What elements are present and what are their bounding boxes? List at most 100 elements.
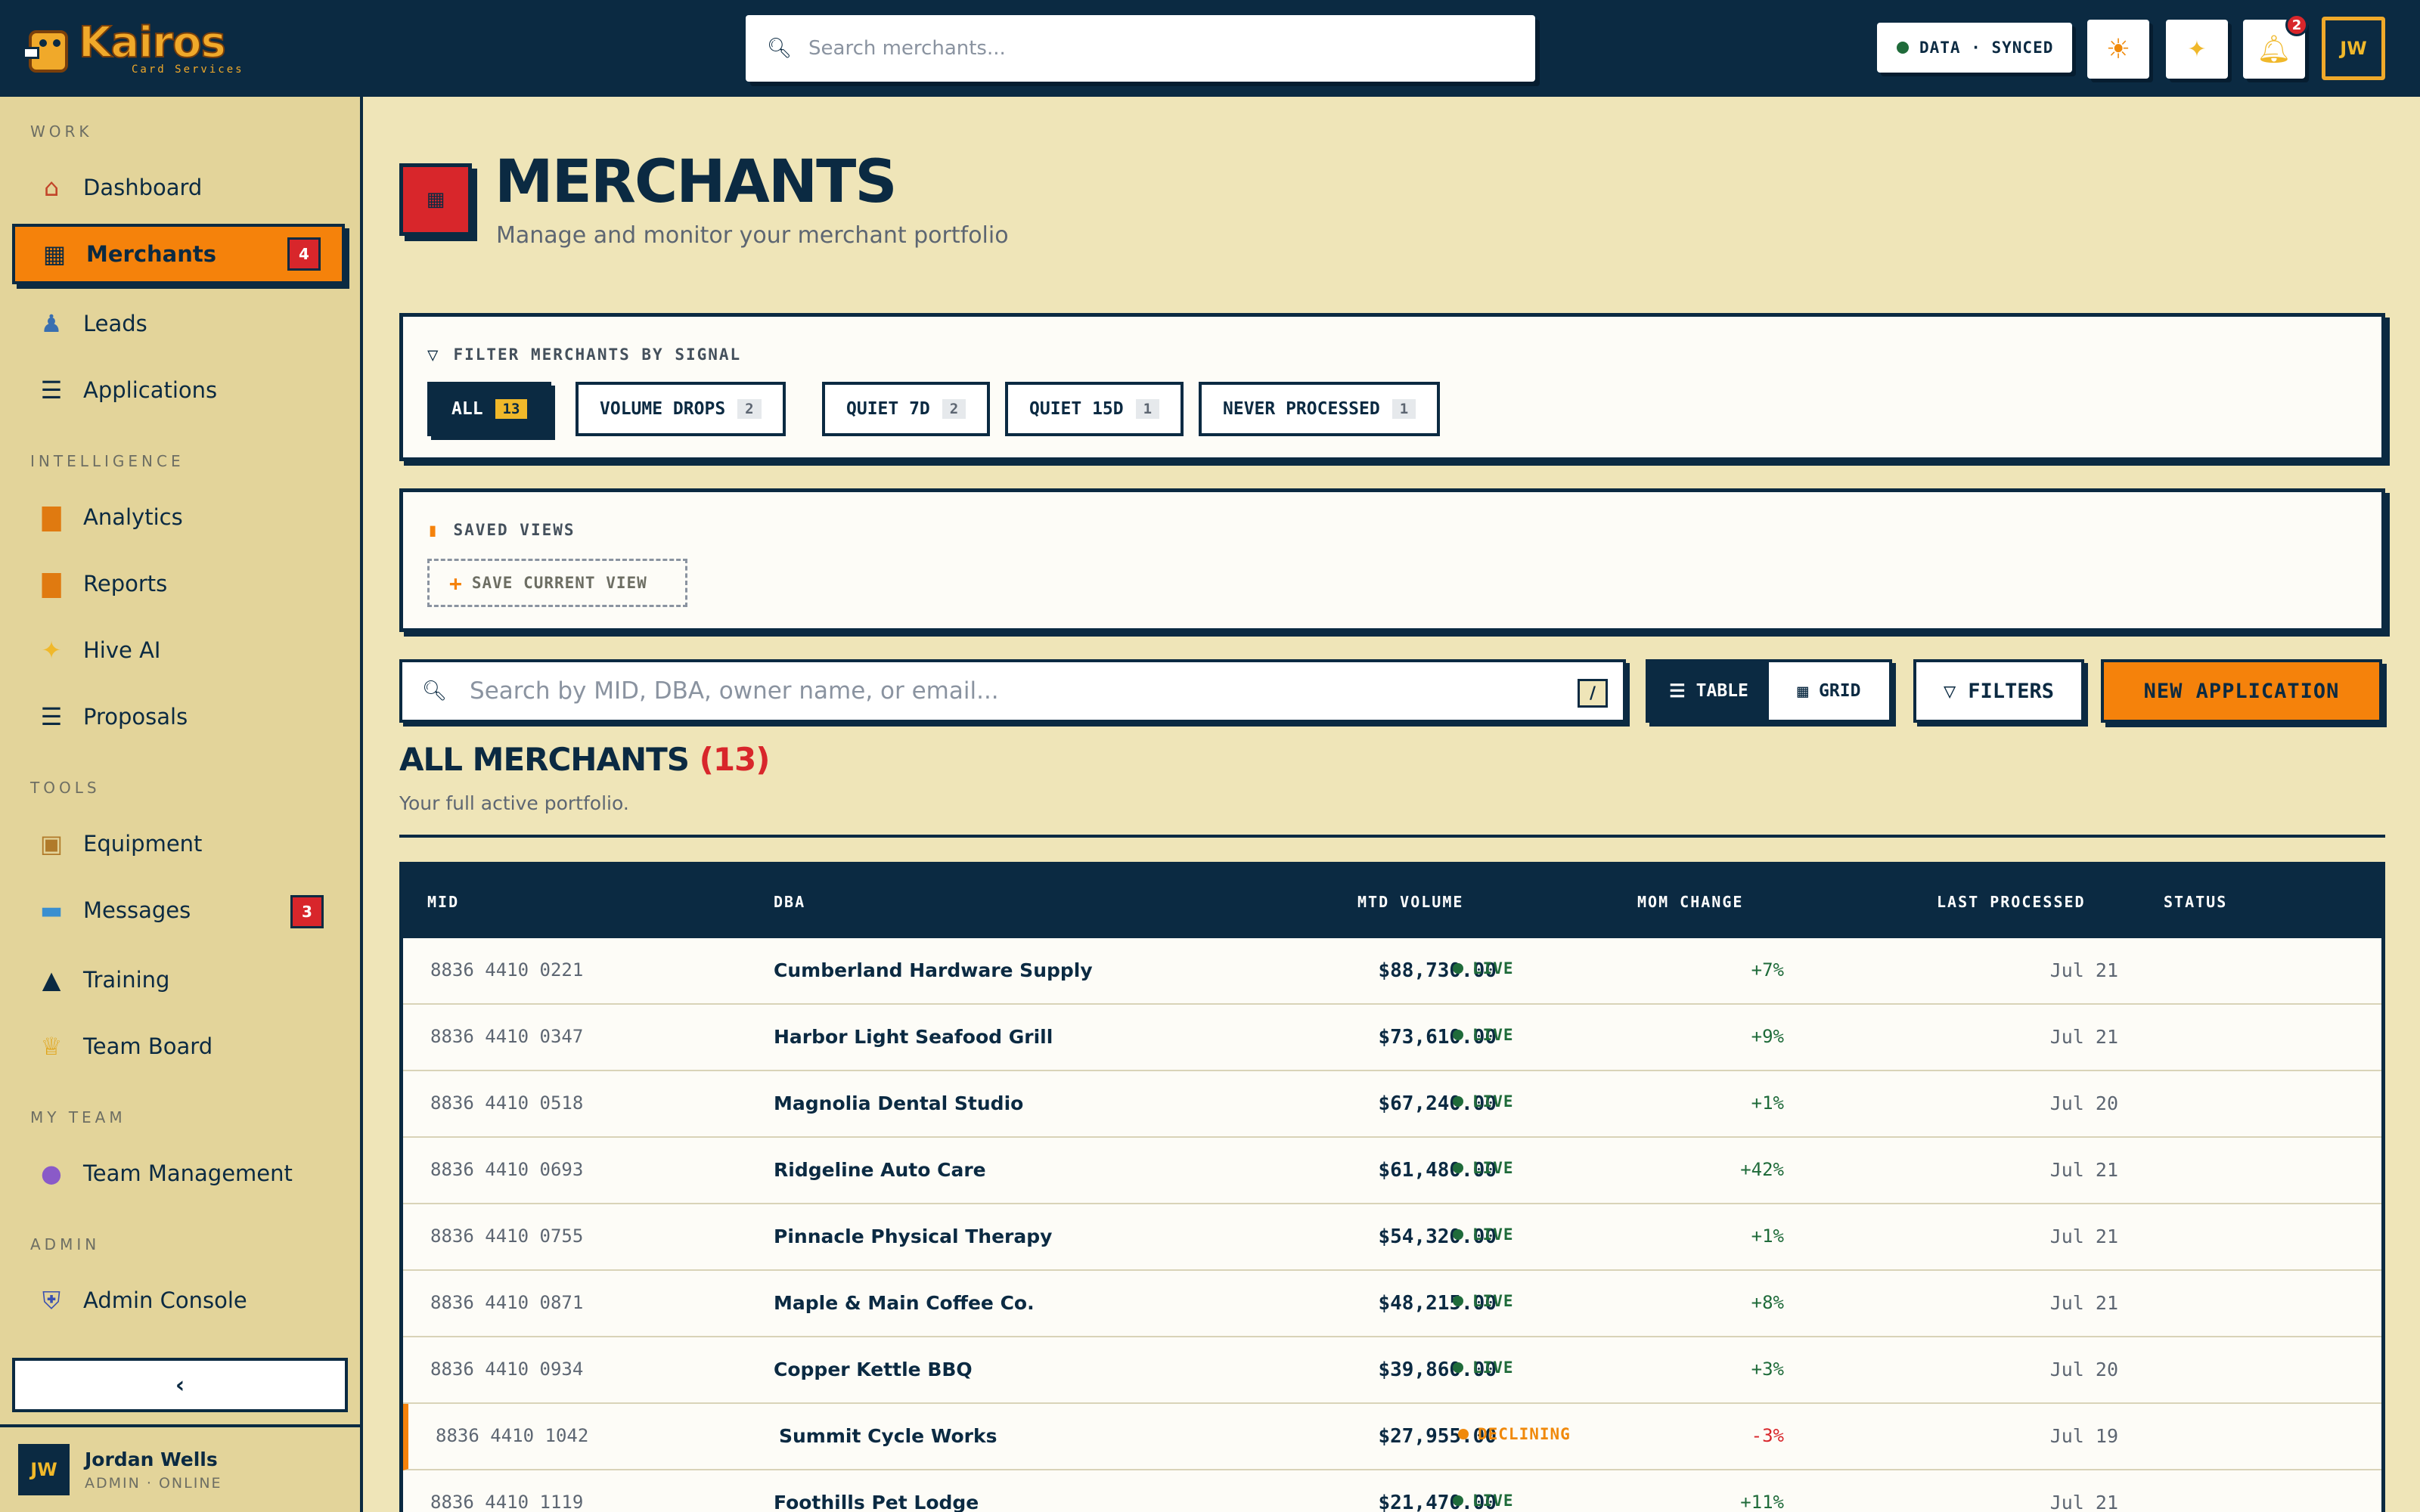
sidebar-item-label: Proposals bbox=[83, 704, 188, 730]
merchant-search-input[interactable]: 🔍︎ Search by MID, DBA, owner name, or em… bbox=[399, 659, 1626, 723]
table-view-button[interactable]: ☰ TABLE bbox=[1649, 662, 1769, 720]
keyboard-shortcut-hint: / bbox=[1578, 679, 1608, 708]
column-header-dba[interactable]: DBA bbox=[774, 893, 805, 911]
saved-views-heading: ▮ SAVED VIEWS bbox=[427, 519, 576, 541]
table-row[interactable]: 8836 4410 1119 Foothills Pet Lodge $21,470… bbox=[403, 1470, 2381, 1512]
list-title-text: ALL MERCHANTS bbox=[399, 741, 690, 778]
cell-last-processed: Jul 21 bbox=[2049, 1159, 2118, 1181]
signal-chip-quiet-15d[interactable]: QUIET 15D 1 bbox=[1005, 382, 1184, 436]
table-row[interactable]: 8836 4410 0871 Maple & Main Coffee Co. $48… bbox=[403, 1271, 2381, 1337]
table-row[interactable]: 8836 4410 1042 Summit Cycle Works $27,955.… bbox=[403, 1404, 2381, 1470]
storefront-icon: ▦ bbox=[42, 240, 67, 268]
sidebar-item-messages[interactable]: ▬ Messages 3 bbox=[12, 880, 345, 940]
chip-count: 1 bbox=[1392, 399, 1416, 419]
sidebar-user[interactable]: JW Jordan Wells ADMIN · ONLINE bbox=[0, 1424, 360, 1512]
column-header-mid[interactable]: MID bbox=[427, 893, 459, 911]
column-header-last-processed[interactable]: LAST PROCESSED bbox=[1937, 893, 2086, 911]
status-dot-icon bbox=[1453, 1495, 1463, 1506]
table-row[interactable]: 8836 4410 0934 Copper Kettle BBQ $39,860.0… bbox=[403, 1337, 2381, 1404]
table-row[interactable]: 8836 4410 0755 Pinnacle Physical Therapy $… bbox=[403, 1204, 2381, 1271]
cell-dba[interactable]: Cumberland Hardware Supply bbox=[774, 959, 1093, 981]
filters-button[interactable]: ▽ FILTERS bbox=[1913, 659, 2084, 723]
status-label: LIVE bbox=[1472, 1026, 1514, 1044]
sidebar-item-label: Dashboard bbox=[83, 175, 203, 200]
user-name: Jordan Wells bbox=[85, 1448, 218, 1470]
cell-dba[interactable]: Ridgeline Auto Care bbox=[774, 1159, 986, 1181]
document-icon: ☰ bbox=[40, 376, 63, 404]
column-header-mom-change[interactable]: MOM CHANGE bbox=[1637, 893, 1743, 911]
column-header-mtd-volume[interactable]: MTD VOLUME bbox=[1357, 893, 1463, 911]
status-badge: LIVE bbox=[1453, 1292, 1514, 1310]
sidebar-item-team-board[interactable]: ♕ Team Board bbox=[12, 1016, 345, 1077]
table-row[interactable]: 8836 4410 0518 Magnolia Dental Studio $67,… bbox=[403, 1071, 2381, 1138]
save-current-view-button[interactable]: + SAVE CURRENT VIEW bbox=[427, 559, 687, 607]
column-header-status[interactable]: STATUS bbox=[2164, 893, 2227, 911]
merchants-page-icon: ▦ bbox=[399, 163, 472, 236]
status-label: LIVE bbox=[1472, 1225, 1514, 1244]
status-label: LIVE bbox=[1472, 1159, 1514, 1177]
sidebar-item-label: Hive AI bbox=[83, 637, 161, 663]
cell-last-processed: Jul 21 bbox=[2049, 959, 2118, 981]
table-row[interactable]: 8836 4410 0693 Ridgeline Auto Care $61,480… bbox=[403, 1138, 2381, 1204]
sidebar-item-applications[interactable]: ☰ Applications bbox=[12, 360, 345, 420]
chip-label: NEVER PROCESSED bbox=[1223, 399, 1380, 419]
signal-chip-all[interactable]: ALL 13 bbox=[427, 382, 552, 436]
sidebar-section-work: WORK bbox=[30, 122, 93, 141]
notifications-button[interactable]: 🔔︎ 2 bbox=[2243, 14, 2308, 79]
plus-icon: + bbox=[449, 570, 463, 596]
sidebar-item-hive-ai[interactable]: ✦ Hive AI bbox=[12, 620, 345, 680]
cell-mom-change: +11% bbox=[1740, 1492, 1784, 1512]
cell-mom-change: +1% bbox=[1751, 1225, 1784, 1247]
bar-chart-icon: ▇ bbox=[42, 569, 61, 598]
sidebar-item-equipment[interactable]: ▣ Equipment bbox=[12, 813, 345, 874]
sidebar-item-admin-console[interactable]: ⛨ Admin Console bbox=[12, 1270, 345, 1331]
signal-chip-volume-drops[interactable]: VOLUME DROPS 2 bbox=[576, 382, 786, 436]
house-icon: ⌂ bbox=[43, 173, 60, 202]
sidebar-item-merchants[interactable]: ▦ Merchants 4 bbox=[12, 224, 345, 284]
bar-chart-icon: ▇ bbox=[42, 503, 61, 531]
status-dot-icon bbox=[1453, 1096, 1463, 1107]
chip-label: QUIET 7D bbox=[846, 399, 930, 419]
brand-logo[interactable]: Kairos Card Services bbox=[23, 12, 244, 85]
sidebar-item-analytics[interactable]: ▇ Analytics bbox=[12, 487, 345, 547]
funnel-icon: ▽ bbox=[1943, 679, 1956, 703]
status-dot-icon bbox=[1453, 1362, 1463, 1373]
cell-dba[interactable]: Foothills Pet Lodge bbox=[774, 1492, 979, 1512]
ai-assistant-button[interactable]: ✦ bbox=[2166, 20, 2228, 79]
signal-filter-heading: ▽ FILTER MERCHANTS BY SIGNAL bbox=[427, 344, 741, 365]
divider bbox=[399, 835, 2385, 838]
sidebar-section-admin: ADMIN bbox=[30, 1235, 101, 1253]
cell-dba[interactable]: Summit Cycle Works bbox=[779, 1425, 997, 1447]
cell-dba[interactable]: Copper Kettle BBQ bbox=[774, 1359, 973, 1380]
save-current-view-label: SAVE CURRENT VIEW bbox=[471, 574, 647, 592]
table-header: MID DBA MTD VOLUME MOM CHANGE LAST PROCE… bbox=[403, 866, 2381, 938]
signal-filter-heading-text: FILTER MERCHANTS BY SIGNAL bbox=[453, 345, 742, 364]
cell-dba[interactable]: Magnolia Dental Studio bbox=[774, 1092, 1023, 1114]
sidebar-item-proposals[interactable]: ☰ Proposals bbox=[12, 686, 345, 747]
view-mode-toggle: ☰ TABLE ▦ GRID bbox=[1646, 659, 1892, 723]
list-icon: ☰ bbox=[1669, 680, 1686, 702]
cell-dba[interactable]: Maple & Main Coffee Co. bbox=[774, 1292, 1035, 1314]
sidebar-section-tools: TOOLS bbox=[30, 779, 101, 797]
sidebar-item-training[interactable]: ▲ Training bbox=[12, 950, 345, 1010]
cell-dba[interactable]: Harbor Light Seafood Grill bbox=[774, 1026, 1053, 1048]
new-application-button[interactable]: NEW APPLICATION bbox=[2101, 659, 2382, 723]
signal-chip-quiet-7d[interactable]: QUIET 7D 2 bbox=[822, 382, 991, 436]
sidebar-item-team-management[interactable]: ● Team Management bbox=[12, 1143, 345, 1204]
data-sync-status[interactable]: DATA · SYNCED bbox=[1877, 23, 2072, 73]
table-row[interactable]: 8836 4410 0221 Cumberland Hardware Supply… bbox=[403, 938, 2381, 1005]
collapse-sidebar-button[interactable]: ‹ bbox=[12, 1358, 348, 1412]
sidebar-item-reports[interactable]: ▇ Reports bbox=[12, 553, 345, 614]
grid-view-button[interactable]: ▦ GRID bbox=[1769, 662, 1889, 720]
signal-chip-never-processed[interactable]: NEVER PROCESSED 1 bbox=[1199, 382, 1441, 436]
user-avatar-button[interactable]: JW bbox=[2322, 17, 2385, 80]
person-icon: ♟ bbox=[40, 309, 63, 338]
theme-toggle-button[interactable]: ☀ bbox=[2087, 20, 2149, 79]
messages-badge: 3 bbox=[290, 895, 324, 928]
cell-dba[interactable]: Pinnacle Physical Therapy bbox=[774, 1225, 1052, 1247]
table-row[interactable]: 8836 4410 0347 Harbor Light Seafood Grill… bbox=[403, 1005, 2381, 1071]
global-search-input[interactable]: 🔍︎ Search merchants... bbox=[746, 15, 1535, 82]
sidebar-item-dashboard[interactable]: ⌂ Dashboard bbox=[12, 157, 345, 218]
cell-last-processed: Jul 21 bbox=[2049, 1292, 2118, 1314]
sidebar-item-leads[interactable]: ♟ Leads bbox=[12, 293, 345, 354]
